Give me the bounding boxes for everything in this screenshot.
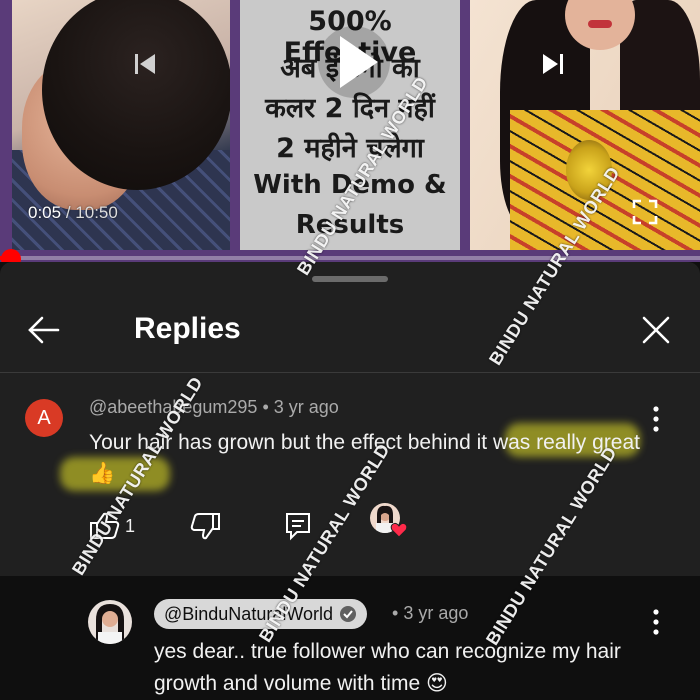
- thumbs-up-icon[interactable]: [89, 511, 121, 541]
- replies-sheet: Replies A @abeethabegum295 • 3 yr ago Yo…: [0, 262, 700, 700]
- sheet-header: Replies: [0, 292, 700, 372]
- channel-name-chip[interactable]: @BinduNaturalWorld: [154, 599, 368, 629]
- thumbs-down-icon[interactable]: [189, 511, 221, 541]
- progress-scrubber[interactable]: [1, 249, 21, 262]
- comment-author[interactable]: @abeethabegum295: [89, 397, 257, 417]
- thumbnail-text-line: Results: [295, 210, 405, 240]
- page-title: Replies: [134, 312, 241, 345]
- thumbnail-text-line: 2 महीने चलेगा: [276, 133, 424, 164]
- verified-icon: [339, 605, 357, 623]
- fullscreen-icon[interactable]: [632, 199, 658, 225]
- reply-author: @BinduNaturalWorld: [164, 603, 334, 624]
- comment-time: 3 yr ago: [273, 397, 339, 417]
- reply-comment: @BinduNaturalWorld • 3 yr ago yes dear..…: [0, 576, 700, 700]
- thumbnail-text-line: With Demo &: [253, 170, 447, 200]
- progress-bar[interactable]: [0, 256, 700, 260]
- close-icon[interactable]: [636, 310, 676, 350]
- arrow-back-icon[interactable]: [24, 310, 64, 350]
- avatar[interactable]: [88, 600, 132, 644]
- play-icon[interactable]: [318, 26, 390, 98]
- reply-icon[interactable]: [283, 511, 315, 541]
- reply-text: yes dear.. true follower who can recogni…: [154, 640, 621, 695]
- comment-meta: @abeethabegum295 • 3 yr ago: [89, 397, 339, 417]
- reply-time: 3 yr ago: [403, 603, 469, 623]
- avatar[interactable]: A: [25, 399, 63, 437]
- parent-comment: A @abeethabegum295 • 3 yr ago Your hair …: [0, 373, 700, 576]
- more-vert-icon[interactable]: [642, 403, 670, 435]
- playback-time: 0:05 / 10:50: [28, 203, 118, 223]
- thumbnail-right-image: [470, 0, 700, 250]
- total-time: 10:50: [75, 203, 118, 222]
- skip-previous-icon[interactable]: [133, 52, 159, 76]
- skip-next-icon[interactable]: [540, 52, 566, 76]
- time-separator: /: [65, 203, 71, 222]
- current-time: 0:05: [28, 203, 62, 222]
- video-player[interactable]: 500% Effective अब इंडिगो का कलर 2 दिन नह…: [0, 0, 700, 262]
- comment-text: Your hair has grown but the effect behin…: [89, 431, 641, 485]
- reply-meta: • 3 yr ago: [392, 603, 469, 623]
- heart-icon: [390, 521, 408, 539]
- drag-handle[interactable]: [312, 276, 388, 282]
- like-count: 1: [125, 516, 136, 536]
- more-vert-icon[interactable]: [642, 606, 670, 638]
